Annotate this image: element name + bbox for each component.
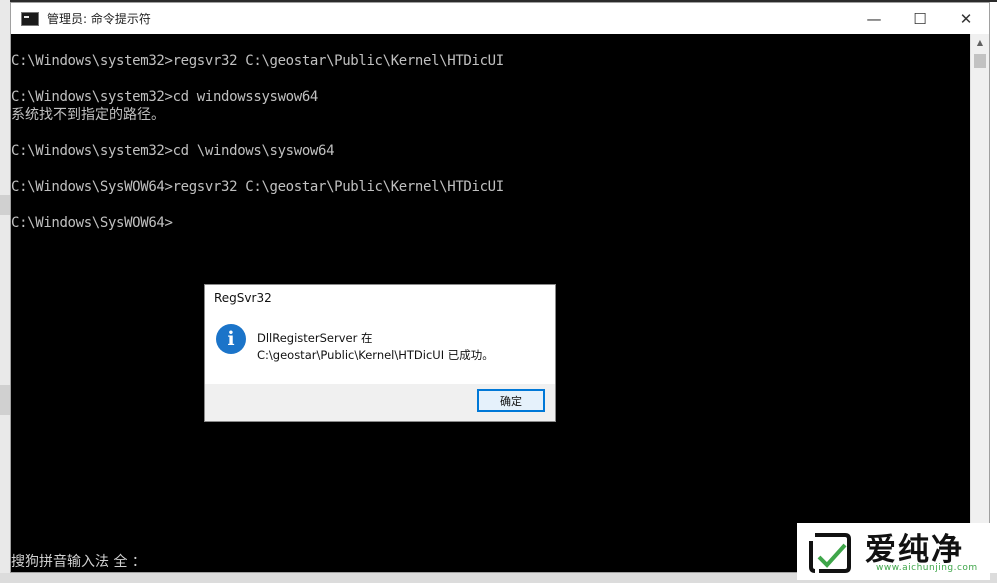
console-line: C:\Windows\system32>cd windowssyswow64 (11, 89, 318, 105)
dialog-footer: 确定 (205, 384, 555, 421)
dialog-message: DllRegisterServer 在 C:\geostar\Public\Ke… (257, 330, 494, 364)
dialog-title: RegSvr32 (214, 291, 272, 305)
cmd-app-icon[interactable] (21, 11, 39, 26)
console-line: C:\Windows\system32>regsvr32 C:\geostar\… (11, 53, 504, 69)
title-bar[interactable]: 管理员: 命令提示符 — ☐ ✕ (11, 3, 989, 34)
console-prompt-line: C:\Windows\SysWOW64> (11, 215, 173, 231)
info-icon: i (216, 324, 246, 354)
minimize-button[interactable]: — (851, 3, 897, 34)
close-button[interactable]: ✕ (943, 3, 989, 34)
console-line: C:\Windows\SysWOW64>regsvr32 C:\geostar\… (11, 179, 504, 195)
window-controls: — ☐ ✕ (851, 3, 989, 34)
watermark-url: www.aichunjing.com (876, 563, 978, 573)
ime-status-bar: 搜狗拼音输入法 全 ： (11, 554, 146, 570)
regsvr32-dialog: RegSvr32 i DllRegisterServer 在 C:\geosta… (204, 284, 556, 422)
console-line: C:\Windows\system32>cd \windows\syswow64 (11, 143, 335, 159)
watermark: 爱纯净 www.aichunjing.com (797, 523, 990, 580)
scroll-up-icon[interactable]: ▲ (971, 34, 989, 51)
maximize-button[interactable]: ☐ (897, 3, 943, 34)
console-line: 系统找不到指定的路径。 (11, 107, 165, 123)
dialog-body: i DllRegisterServer 在 C:\geostar\Public\… (205, 313, 555, 384)
scroll-thumb[interactable] (974, 54, 986, 68)
dialog-message-line1: DllRegisterServer 在 (257, 331, 373, 345)
dialog-message-line2: C:\geostar\Public\Kernel\HTDicUI 已成功。 (257, 348, 494, 362)
window-title: 管理员: 命令提示符 (47, 12, 151, 26)
watermark-logo-icon (809, 533, 851, 573)
ok-button[interactable]: 确定 (477, 389, 545, 412)
background-window-edge (0, 0, 10, 583)
vertical-scrollbar[interactable]: ▲ (970, 34, 989, 572)
